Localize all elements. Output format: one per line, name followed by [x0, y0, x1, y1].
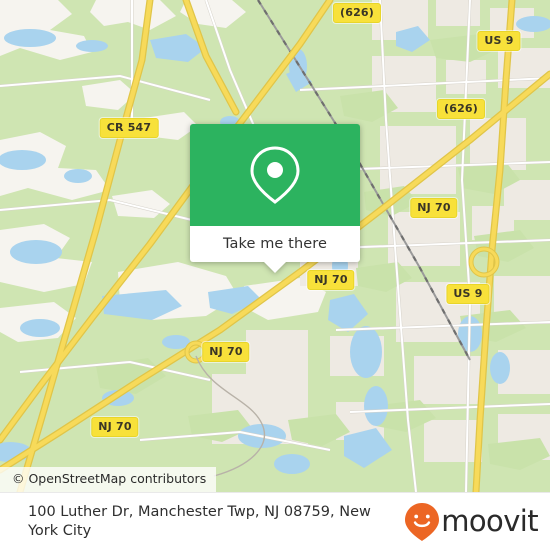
footer-bar: 100 Luther Dr, Manchester Twp, NJ 08759,… — [0, 492, 550, 550]
road-shield: US 9 — [477, 31, 521, 51]
road-shield: NJ 70 — [307, 270, 355, 290]
map-canvas[interactable]: (626) US 9 (626) CR 547 NJ 70 NJ 70 US 9… — [0, 0, 550, 492]
road-shield: (626) — [332, 3, 382, 23]
road-shield: (626) — [436, 99, 486, 119]
osm-attribution[interactable]: © OpenStreetMap contributors — [0, 467, 217, 492]
moovit-logo[interactable]: moovit — [404, 502, 539, 542]
road-shield: NJ 70 — [410, 198, 458, 218]
road-shield: CR 547 — [99, 118, 159, 138]
address-label: 100 Luther Dr, Manchester Twp, NJ 08759,… — [28, 503, 371, 539]
road-shield: US 9 — [446, 284, 490, 304]
popup-tail — [263, 261, 287, 273]
moovit-pin-icon — [405, 502, 440, 541]
popup-action-area[interactable]: Take me there — [190, 226, 360, 273]
map-popup-card[interactable]: Take me there — [190, 124, 360, 273]
popup-icon-area — [190, 124, 360, 226]
take-me-there-button[interactable]: Take me there — [223, 236, 327, 252]
moovit-wordmark: moovit — [441, 504, 538, 538]
road-shield: NJ 70 — [202, 342, 250, 362]
road-shield: NJ 70 — [91, 417, 139, 437]
map-pin-icon — [250, 146, 300, 204]
moovit-map-screenshot: (626) US 9 (626) CR 547 NJ 70 NJ 70 US 9… — [0, 0, 550, 550]
